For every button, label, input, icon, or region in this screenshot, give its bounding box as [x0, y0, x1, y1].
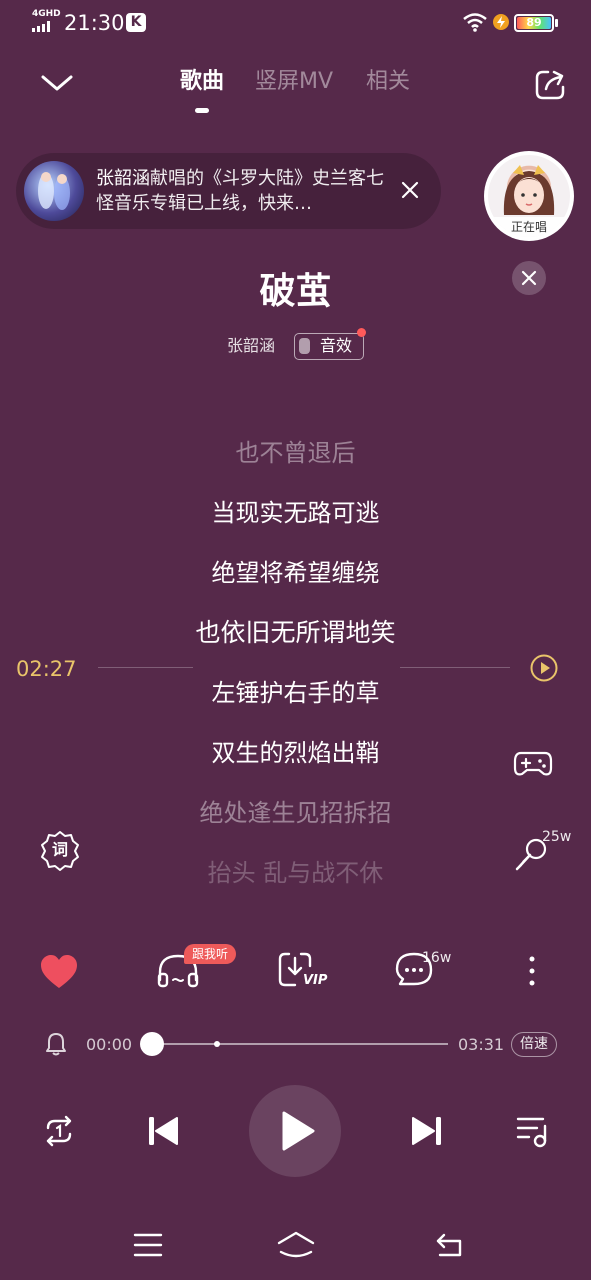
download-vip-button[interactable]: VIP — [277, 950, 331, 992]
lyric-badge-label: 词 — [51, 840, 68, 859]
karaoke-button[interactable]: 25w — [514, 828, 574, 872]
share-icon[interactable] — [534, 69, 566, 101]
lyric-settings-button[interactable]: 词 — [38, 829, 82, 873]
lyric-line-current[interactable]: 也依旧无所谓地笑 — [0, 615, 591, 651]
total-time: 03:31 — [458, 1035, 505, 1054]
now-singing-avatar[interactable]: 正在唱 — [484, 151, 574, 241]
lyric-line[interactable]: 左锤护右手的草 — [0, 675, 591, 711]
battery-icon: 89 — [514, 14, 554, 32]
karaoke-count: 25w — [542, 829, 572, 845]
now-singing-label: 正在唱 — [488, 217, 570, 237]
playlist-icon[interactable] — [515, 1114, 551, 1148]
banner-text: 张韶涵献唱的《斗罗大陆》史兰客七怪音乐专辑已上线，快来… — [96, 168, 384, 214]
song-title: 破茧 — [259, 271, 332, 312]
tab-songs[interactable]: 歌曲 — [180, 66, 224, 98]
collapse-chevron-icon[interactable] — [40, 72, 74, 94]
gamepad-icon[interactable] — [513, 748, 553, 780]
lyric-line[interactable]: 绝处逢生见招拆招 — [0, 795, 591, 831]
artist-name[interactable]: 张韶涵 — [227, 334, 275, 358]
more-icon[interactable] — [522, 954, 542, 990]
play-from-line-icon[interactable] — [529, 653, 559, 683]
listen-together-badge: 跟我听 — [184, 944, 236, 964]
home-icon[interactable] — [276, 1230, 316, 1260]
play-button[interactable] — [249, 1085, 341, 1177]
previous-track-icon[interactable] — [146, 1114, 180, 1148]
toggle-icon — [299, 338, 310, 354]
next-track-icon[interactable] — [410, 1114, 444, 1148]
comment-count: 16w — [422, 950, 452, 966]
lyric-line[interactable]: 也不曾退后 — [0, 435, 591, 471]
seek-guide-line — [400, 667, 510, 668]
lyric-line[interactable]: 当现实无路可逃 — [0, 495, 591, 531]
app-badge-icon: K — [126, 13, 146, 32]
charging-icon — [493, 14, 509, 30]
seek-guide-line — [98, 667, 193, 668]
status-bar: 4GHD 21:30 K 89 — [0, 0, 591, 44]
speed-button[interactable]: 倍速 — [511, 1032, 557, 1057]
wifi-icon — [463, 13, 487, 32]
menu-icon[interactable] — [132, 1232, 164, 1258]
tab-indicator — [195, 108, 209, 113]
tab-vertical-mv[interactable]: 竖屏MV — [255, 66, 333, 98]
vip-label: VIP — [303, 973, 328, 988]
lyric-line[interactable]: 双生的烈焰出鞘 — [0, 735, 591, 771]
lyric-seek-time: 02:27 — [16, 657, 77, 681]
tab-related[interactable]: 相关 — [366, 66, 410, 98]
bell-icon[interactable] — [45, 1031, 67, 1057]
progress-handle[interactable] — [140, 1032, 164, 1056]
progress-track[interactable] — [152, 1043, 448, 1045]
network-indicator: 4GHD — [32, 9, 61, 19]
back-icon[interactable] — [434, 1231, 466, 1259]
notification-dot — [357, 328, 366, 337]
signal-icon — [32, 21, 50, 32]
lyric-line[interactable]: 抬头 乱与战不休 — [0, 855, 591, 891]
sound-effect-label: 音效 — [320, 336, 353, 355]
banner-close-icon[interactable] — [400, 180, 420, 200]
play-icon — [282, 1111, 315, 1151]
heart-icon[interactable] — [39, 954, 79, 990]
comments-button[interactable]: 16w — [394, 950, 454, 992]
promo-banner[interactable]: 张韶涵献唱的《斗罗大陆》史兰客七怪音乐专辑已上线，快来… — [16, 153, 441, 229]
sound-effect-button[interactable]: 音效 — [294, 333, 364, 360]
repeat-one-icon[interactable] — [42, 1114, 76, 1148]
elapsed-time: 00:00 — [86, 1035, 133, 1054]
clock: 21:30 — [64, 11, 125, 35]
banner-thumbnail — [24, 161, 84, 221]
lyric-line[interactable]: 绝望将希望缠绕 — [0, 555, 591, 591]
progress-marker — [214, 1041, 220, 1047]
